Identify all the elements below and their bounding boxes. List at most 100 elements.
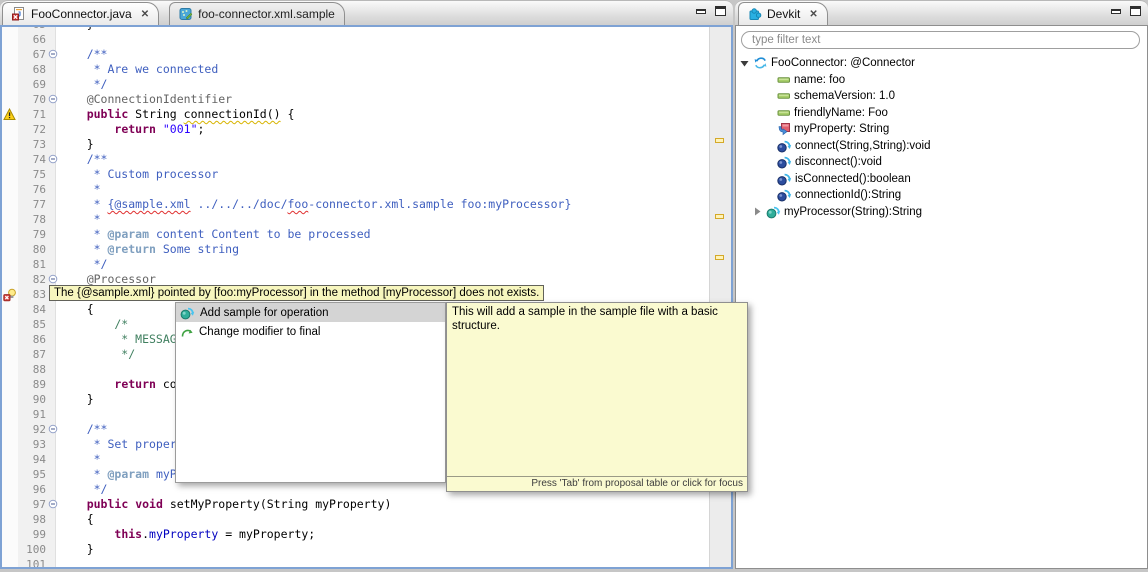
code-line-79[interactable]: 79 * @param content Content to be proces… <box>2 227 710 242</box>
annotation-cell <box>2 47 18 62</box>
editor-tab-foo-connector-sample[interactable]: foo-connector.xml.sample <box>169 2 345 25</box>
line-number: 83 <box>32 288 46 301</box>
code-text[interactable] <box>59 557 710 567</box>
devkit-view: Devkit ✕ FooConnector: @Connector name: f… <box>735 0 1148 569</box>
code-line-69[interactable]: 69 */ <box>2 77 710 92</box>
code-line-97[interactable]: 97 public void setMyProperty(String myPr… <box>2 497 710 512</box>
fold-cell <box>47 392 59 407</box>
editor-tab-fooconnector-java[interactable]: J FooConnector.java ✕ <box>2 2 160 25</box>
annotation-cell <box>2 77 18 92</box>
code-line-80[interactable]: 80 * @return Some string <box>2 242 710 257</box>
quickfix-item-change-modifier-to-final[interactable]: Change modifier to final <box>176 322 445 341</box>
code-text[interactable]: this.myProperty = myProperty; <box>59 527 710 542</box>
annotation-cell <box>2 62 18 77</box>
quickfix-proposal-popup: Add sample for operation Change modifier … <box>175 302 446 483</box>
code-line-81[interactable]: 81 */ <box>2 257 710 272</box>
code-text[interactable]: } <box>59 137 710 152</box>
fold-cell[interactable] <box>47 497 59 512</box>
minimize-icon[interactable] <box>1111 8 1121 14</box>
property-icon <box>777 122 791 136</box>
fold-cell <box>47 332 59 347</box>
code-text[interactable]: return "001"; <box>59 122 710 137</box>
code-text[interactable]: * Are we connected <box>59 62 710 77</box>
maximize-icon[interactable] <box>1130 6 1141 16</box>
code-line-98[interactable]: 98 { <box>2 512 710 527</box>
tree-item-schemaversion[interactable]: schemaVersion: 1.0 <box>736 88 1146 105</box>
close-icon[interactable]: ✕ <box>141 9 149 20</box>
code-line-76[interactable]: 76 * <box>2 182 710 197</box>
fold-cell <box>47 452 59 467</box>
code-line-73[interactable]: 73 } <box>2 137 710 152</box>
code-line-99[interactable]: 99 this.myProperty = myProperty; <box>2 527 710 542</box>
minimize-icon[interactable] <box>696 8 706 14</box>
code-line-100[interactable]: 100 } <box>2 542 710 557</box>
code-line-77[interactable]: 77 * {@sample.xml ../../../doc/foo-conne… <box>2 197 710 212</box>
maximize-icon[interactable] <box>715 6 726 16</box>
chevron-right-icon[interactable] <box>753 207 763 216</box>
tree-item-myproperty[interactable]: myProperty: String <box>736 121 1146 138</box>
tree-item-friendlyname[interactable]: friendlyName: Foo <box>736 105 1146 122</box>
code-line-75[interactable]: 75 * Custom processor <box>2 167 710 182</box>
code-line-65[interactable]: 65 } <box>2 27 710 32</box>
tree-item-name[interactable]: name: foo <box>736 72 1146 89</box>
code-text[interactable]: * <box>59 212 710 227</box>
devkit-tree: FooConnector: @Connector name: foo schemaV… <box>736 55 1146 220</box>
devkit-tab-label: Devkit <box>767 7 801 21</box>
code-text[interactable]: * @return Some string <box>59 242 710 257</box>
method-connect-icon <box>777 172 792 186</box>
tree-item-connect[interactable]: connect(String,String):void <box>736 138 1146 155</box>
code-text[interactable]: * @param content Content to be processed <box>59 227 710 242</box>
fold-cell[interactable] <box>47 422 59 437</box>
overview-warning-mark[interactable] <box>715 214 724 219</box>
line-number: 82 <box>32 273 46 286</box>
devkit-tab[interactable]: Devkit ✕ <box>738 2 828 25</box>
code-text[interactable]: } <box>59 27 710 32</box>
code-line-101[interactable]: 101 <box>2 557 710 569</box>
change-final-icon <box>180 325 194 339</box>
code-text[interactable]: * {@sample.xml ../../../doc/foo-connecto… <box>59 197 710 212</box>
fold-cell[interactable] <box>47 47 59 62</box>
code-text[interactable]: @ConnectionIdentifier <box>59 92 710 107</box>
tree-item-label: disconnect():void <box>795 156 882 169</box>
fold-cell <box>47 212 59 227</box>
code-text[interactable]: */ <box>59 257 710 272</box>
code-line-66[interactable]: 66 <box>2 32 710 47</box>
code-line-71[interactable]: 71 public String connectionId() { <box>2 107 710 122</box>
code-line-78[interactable]: 78 * <box>2 212 710 227</box>
tree-item-fooconnector[interactable]: FooConnector: @Connector <box>736 55 1146 72</box>
fold-cell[interactable] <box>47 92 59 107</box>
tree-item-myprocessor[interactable]: myProcessor(String):String <box>736 204 1146 221</box>
overview-warning-mark[interactable] <box>715 255 724 260</box>
code-text[interactable]: * <box>59 182 710 197</box>
code-text[interactable]: } <box>59 542 710 557</box>
fold-cell[interactable] <box>47 152 59 167</box>
code-line-74[interactable]: 74 /** <box>2 152 710 167</box>
fold-cell <box>47 467 59 482</box>
line-number: 67 <box>32 48 46 61</box>
tree-item-disconnect[interactable]: disconnect():void <box>736 154 1146 171</box>
code-text[interactable]: public String connectionId() { <box>59 107 710 122</box>
line-number: 90 <box>32 393 46 406</box>
chevron-down-icon[interactable] <box>740 59 750 68</box>
code-text[interactable]: * Custom processor <box>59 167 710 182</box>
code-text[interactable]: public void setMyProperty(String myPrope… <box>59 497 710 512</box>
overview-warning-mark[interactable] <box>715 138 724 143</box>
tree-item-isconnected[interactable]: isConnected():boolean <box>736 171 1146 188</box>
error-hover-tooltip: The {@sample.xml} pointed by [foo:myProc… <box>49 285 545 301</box>
code-text[interactable]: */ <box>59 77 710 92</box>
code-text[interactable]: { <box>59 512 710 527</box>
code-line-70[interactable]: 70 @ConnectionIdentifier <box>2 92 710 107</box>
filter-input[interactable] <box>741 31 1140 49</box>
code-line-72[interactable]: 72 return "001"; <box>2 122 710 137</box>
code-line-68[interactable]: 68 * Are we connected <box>2 62 710 77</box>
annotation-cell <box>2 257 18 272</box>
code-text[interactable]: /** <box>59 47 710 62</box>
tree-item-connectionid[interactable]: connectionId():String <box>736 187 1146 204</box>
code-text[interactable]: /** <box>59 152 710 167</box>
code-line-67[interactable]: 67 /** <box>2 47 710 62</box>
close-icon[interactable]: ✕ <box>809 9 817 20</box>
quickfix-item-add-sample-for-operation[interactable]: Add sample for operation <box>176 303 445 322</box>
line-number: 101 <box>26 558 46 569</box>
annotation-cell <box>2 362 18 377</box>
code-text[interactable] <box>59 32 710 47</box>
